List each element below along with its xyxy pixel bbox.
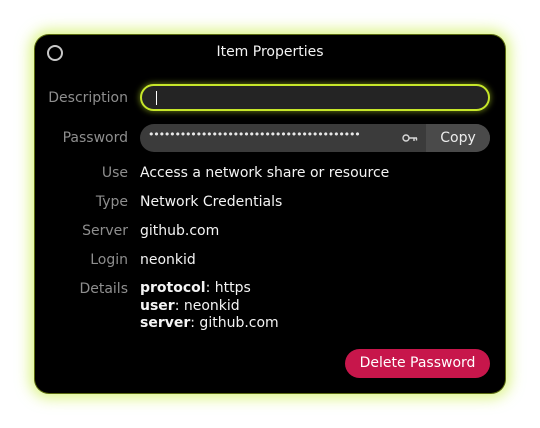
title-bar: Item Properties <box>35 35 505 71</box>
server-label: Server <box>82 223 128 239</box>
password-label: Password <box>62 130 128 146</box>
type-label: Type <box>95 194 128 210</box>
details-value: : github.com <box>190 315 279 331</box>
details-label: Details <box>79 281 128 297</box>
key-icon[interactable] <box>402 133 418 143</box>
password-masked-value: •••••••••••••••••••••••••••••••••••••••• <box>148 128 361 141</box>
login-label: Login <box>90 252 128 268</box>
password-field[interactable]: ••••••••••••••••••••••••••••••••••••••••… <box>140 124 490 152</box>
copy-button[interactable]: Copy <box>426 124 490 152</box>
details-key: user <box>140 297 175 314</box>
description-input[interactable] <box>140 84 490 111</box>
login-value: neonkid <box>140 252 196 268</box>
details-list: protocol: https user: neonkid server: gi… <box>140 280 279 333</box>
use-value: Access a network share or resource <box>140 165 390 181</box>
delete-password-button[interactable]: Delete Password <box>345 349 490 378</box>
details-key: protocol <box>140 280 206 296</box>
type-value: Network Credentials <box>140 194 283 210</box>
server-value: github.com <box>140 223 220 239</box>
item-properties-dialog: Item Properties Description Password •••… <box>35 35 505 393</box>
details-value: : https <box>205 280 251 296</box>
text-caret <box>156 91 157 105</box>
details-row-server: server: github.com <box>140 315 279 333</box>
details-row-user: user: neonkid <box>140 298 279 316</box>
details-key: server <box>140 315 191 331</box>
details-row-protocol: protocol: https <box>140 280 279 298</box>
description-label: Description <box>48 90 128 106</box>
use-label: Use <box>101 165 128 181</box>
details-value: : neonkid <box>174 297 240 314</box>
dialog-title: Item Properties <box>216 44 324 60</box>
